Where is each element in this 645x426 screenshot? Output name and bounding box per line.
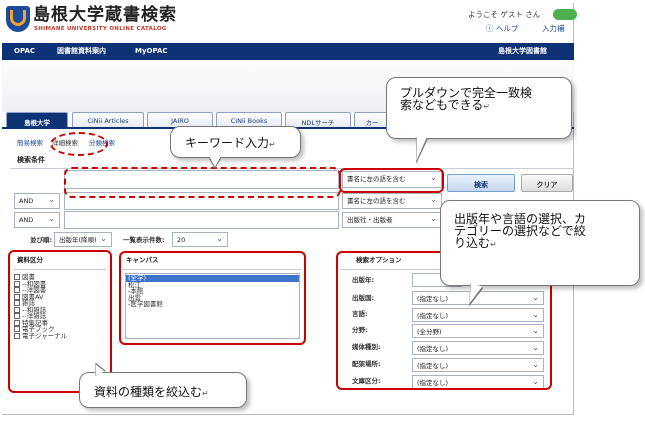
options-callout: 出版年や言語の選択、カ テゴリーの選択などで絞 り込む↵ <box>440 200 640 286</box>
pulldown-callout: プルダウンで完全一致検 索などもできる↵ <box>386 77 572 139</box>
nav-library-home[interactable]: 島根大学図書館 <box>498 48 547 55</box>
title-mode-select-2[interactable]: 書名に左の語を含む <box>342 193 442 209</box>
university-logo-icon <box>6 6 30 32</box>
pulldown-callout-line2: 索などもできる <box>400 98 484 112</box>
site-subtitle: SHIMANE UNIVERSITY ONLINE CATALOG <box>34 26 167 32</box>
sort-select[interactable]: 出版年(降順) <box>54 232 112 247</box>
clear-button[interactable]: クリア <box>521 174 573 192</box>
publisher-select[interactable]: 出版社・出版者 <box>342 212 442 228</box>
operator-select-1[interactable]: AND <box>14 193 60 209</box>
search-condition-label: 検索条件 <box>17 156 45 164</box>
material-callout-text: 資料の種類を絞込む <box>94 385 203 399</box>
search-button[interactable]: 検索 <box>447 174 515 192</box>
input-support-link[interactable]: 入力補 <box>542 25 565 33</box>
operator-value-1: AND <box>19 197 34 205</box>
line-mark: ↵ <box>483 102 490 111</box>
tab-jairo[interactable]: JAIRO <box>147 112 213 127</box>
welcome-text: ようこそ ゲスト さん <box>468 10 541 19</box>
login-toggle[interactable] <box>553 9 577 20</box>
callout-tail <box>209 156 221 167</box>
tab-shimane[interactable]: 島根大学 <box>6 112 68 127</box>
tab-ndl-search[interactable]: NDLサーチ <box>285 112 351 127</box>
keyword-input-3[interactable] <box>64 211 339 229</box>
publisher-value: 出版社・出版者 <box>347 216 393 224</box>
tab-cinii-books[interactable]: CiNii Books <box>216 112 282 127</box>
nav-opac[interactable]: OPAC <box>14 48 35 55</box>
sort-value: 出版年(降順) <box>59 236 97 244</box>
line-mark: ↵ <box>490 240 497 249</box>
keyword-callout: キーワード入力↵ <box>170 126 301 158</box>
site-title: 島根大学蔵書検索 <box>33 5 177 25</box>
line-mark: ↵ <box>202 389 209 398</box>
line-mark: ↵ <box>269 140 276 149</box>
campus-highlight <box>119 251 306 345</box>
options-callout-line3: り込む <box>454 236 491 250</box>
operator-select-2[interactable]: AND <box>14 212 60 228</box>
pulldown-highlight <box>339 168 444 193</box>
simple-search-link[interactable]: 簡易検索 <box>17 140 43 147</box>
nav-myopac[interactable]: MyOPAC <box>135 48 168 55</box>
material-callout: 資料の種類を絞込む↵ <box>79 372 247 408</box>
help-link[interactable]: ⓘ ヘルプ <box>486 25 518 33</box>
nav-library-guide[interactable]: 図書館資料案内 <box>57 48 106 55</box>
advanced-search-highlight <box>50 132 108 156</box>
sort-label: 並び順: <box>30 236 53 244</box>
count-select[interactable]: 20 <box>172 232 228 247</box>
keyword-highlight <box>64 167 341 198</box>
count-value: 20 <box>177 236 186 244</box>
operator-value-2: AND <box>19 216 34 224</box>
title-mode-value-2: 書名に左の語を含む <box>347 197 406 205</box>
tab-cinii-articles[interactable]: CiNii Articles <box>72 112 144 127</box>
tab-more[interactable]: カー <box>354 112 390 127</box>
help-link-label[interactable]: ヘルプ <box>496 24 519 33</box>
count-label: 一覧表示件数: <box>123 236 165 244</box>
keyword-callout-text: キーワード入力 <box>185 136 270 150</box>
